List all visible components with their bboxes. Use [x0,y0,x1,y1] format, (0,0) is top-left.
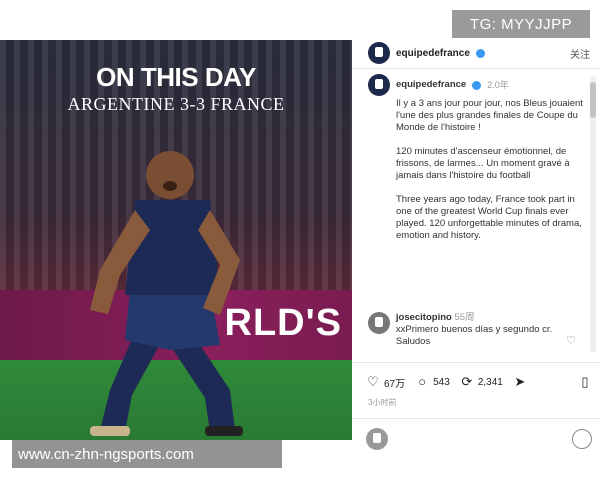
caption-paragraph: Three years ago today, France took part … [396,194,582,241]
caption-account[interactable]: equipedefrance [396,79,466,91]
send-icon[interactable]: ➤ [513,375,527,389]
comment-item: josecitopino 55周 xxPrimero buenos días y… [368,312,588,348]
comment-icon[interactable]: ○ [415,375,429,389]
avatar[interactable] [368,312,390,334]
divider [352,68,600,69]
photo-subheadline: ARGENTINE 3-3 FRANCE [67,94,285,114]
comment-body: josecitopino 55周 xxPrimero buenos días y… [396,312,588,348]
comment-time: 55周 [454,312,475,323]
follow-button[interactable]: 关注 [570,46,590,61]
scrollbar[interactable] [590,76,596,352]
comment-input-row [366,428,592,450]
comment-action[interactable]: ○ 543 [415,375,450,389]
post-photo[interactable]: RLD'S ON THIS DAY ARGENTINE 3-3 FRANCE [0,40,352,440]
caption-paragraph: 120 minutes d'ascenseur émotionnel, de f… [396,146,570,181]
caption-header: equipedefrance 2.0年 [368,74,588,96]
post-date: 3小时前 [368,398,397,407]
scrollbar-thumb[interactable] [590,82,596,118]
repost-icon[interactable]: ⟳ [460,375,474,389]
player-figure [90,151,243,436]
bookmark-icon[interactable]: ▯ [578,375,592,389]
like-count: 67万 [384,378,406,390]
watermark-bottom: www.cn-zhn-ngsports.com [12,440,282,468]
avatar[interactable] [368,42,390,64]
more-icon[interactable] [572,429,592,449]
photo-headline: ON THIS DAY [96,62,256,92]
avatar [366,428,388,450]
send-action[interactable]: ➤ [513,375,527,389]
caption-time: 2.0年 [487,80,509,90]
like-action[interactable]: ♡ 67万 [366,375,405,390]
account-name[interactable]: equipedefrance [396,48,470,59]
comment-count: 543 [433,376,450,388]
repost-count: 2,341 [477,376,503,388]
caption-paragraph: Il y a 3 ans jour pour jour, nos Bleus j… [396,98,583,133]
watermark-top: TG: MYYJJPP [452,10,590,38]
comment-user[interactable]: josecitopino [396,312,452,323]
post-header: equipedefrance 关注 [368,40,590,66]
divider [352,362,600,363]
comment-like-icon[interactable]: ♡ [566,334,576,347]
repost-action[interactable]: ⟳ 2,341 [460,375,503,389]
verified-icon [475,48,485,58]
comment-text: xxPrimero buenos días y segundo cr. Salu… [395,324,553,347]
post-panel: equipedefrance 关注 equipedefrance 2.0年 Il… [352,40,600,450]
avatar[interactable] [368,74,390,96]
divider [352,418,600,419]
action-bar: ♡ 67万 ○ 543 ⟳ 2,341 ➤ ▯ [366,372,592,392]
heart-icon[interactable]: ♡ [366,375,380,389]
verified-icon [472,80,482,90]
